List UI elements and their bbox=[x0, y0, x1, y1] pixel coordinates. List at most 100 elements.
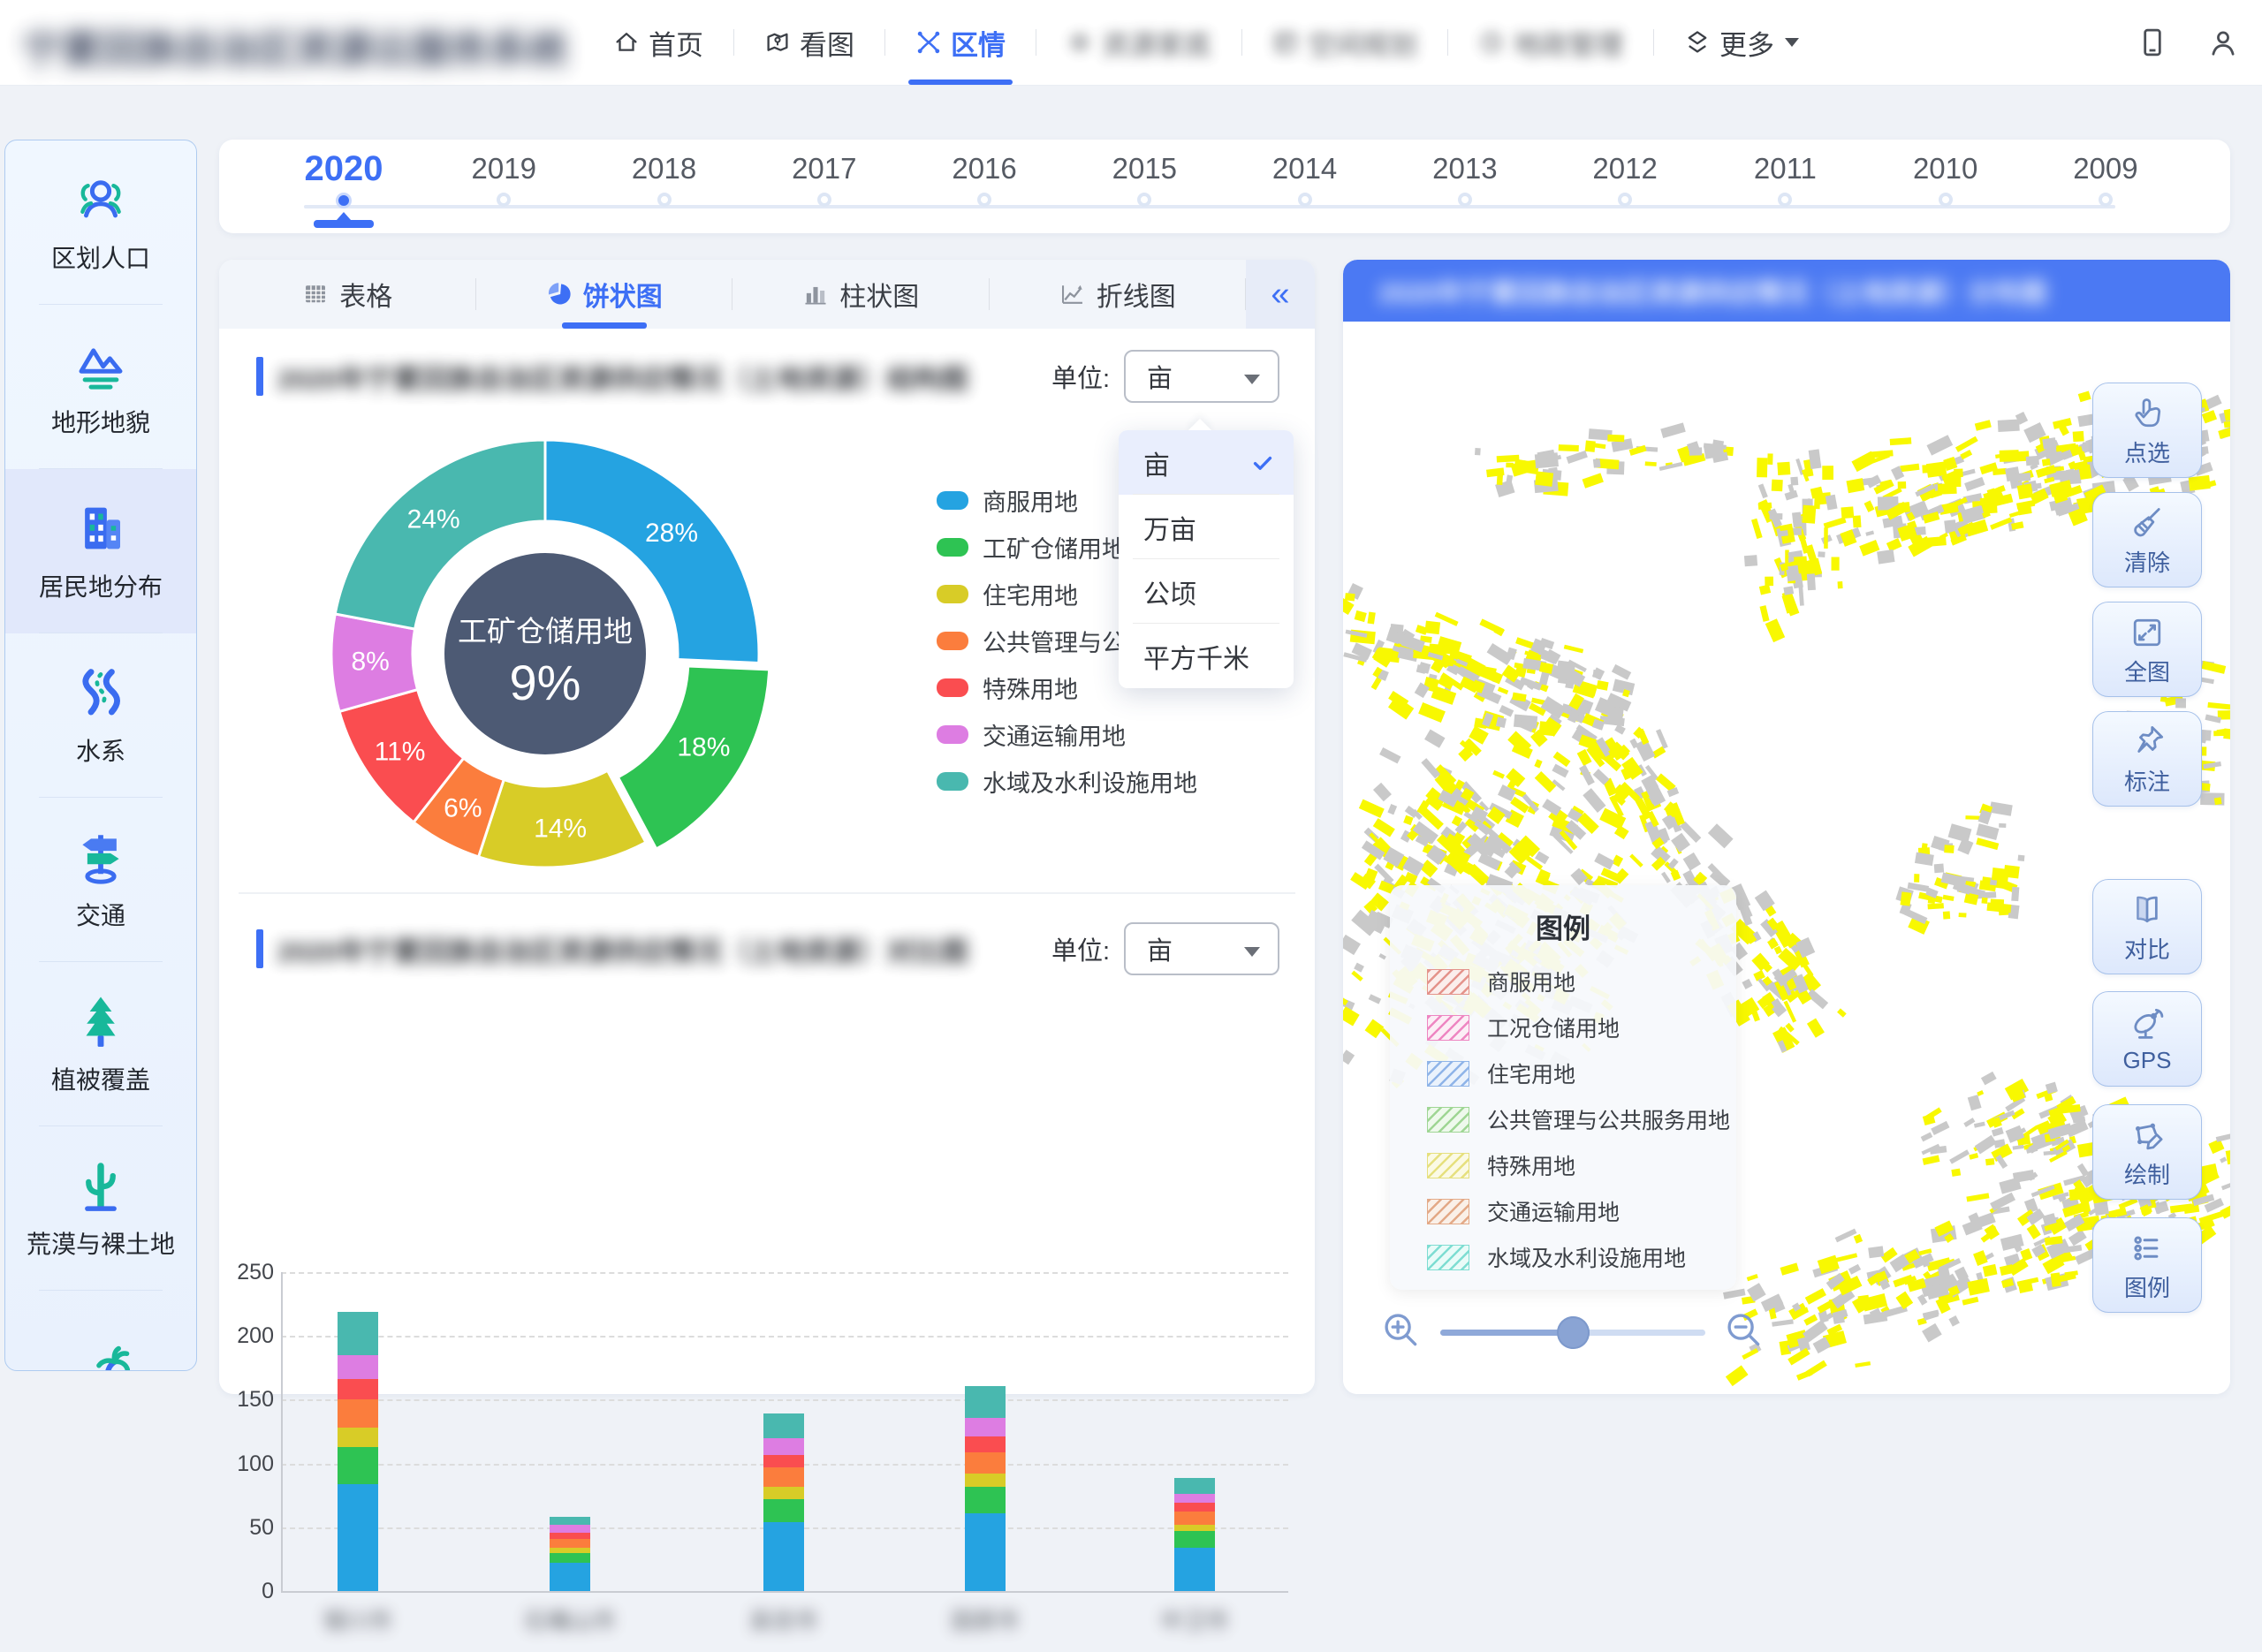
unit-option-1[interactable]: 亩 bbox=[1119, 430, 1294, 495]
title-accent-bar bbox=[256, 929, 263, 968]
bar-segment-住宅用地[interactable] bbox=[965, 1474, 1006, 1486]
timeline-year-2018[interactable]: 2018 bbox=[616, 140, 713, 233]
bar-segment-特殊用地[interactable] bbox=[965, 1436, 1006, 1451]
bar-segment-水域及水利设施用地[interactable] bbox=[550, 1517, 590, 1525]
bar-2[interactable] bbox=[550, 1517, 590, 1591]
map-legend-title: 图例 bbox=[1390, 906, 1736, 946]
bar-segment-工矿仓储用地[interactable] bbox=[338, 1447, 378, 1484]
timeline-year-2017[interactable]: 2017 bbox=[776, 140, 873, 233]
timeline-year-2012[interactable]: 2012 bbox=[1576, 140, 1674, 233]
bar-segment-交通运输用地[interactable] bbox=[1174, 1494, 1215, 1503]
pie-legend-item-7[interactable]: 水域及水利设施用地 bbox=[937, 758, 1197, 805]
sidebar-item-1[interactable]: 区划人口 bbox=[5, 140, 196, 305]
map-tool-label: GPS bbox=[2123, 1047, 2172, 1074]
bar-segment-公共管理与公共服务用地[interactable] bbox=[338, 1399, 378, 1428]
bar-3[interactable] bbox=[763, 1413, 804, 1591]
legend-color-chip bbox=[937, 725, 968, 744]
map-tool-2[interactable]: 清除 bbox=[2092, 492, 2202, 587]
timeline-year-2010[interactable]: 2010 bbox=[1897, 140, 1994, 233]
nav-item-5[interactable]: 空间规划 bbox=[1242, 0, 1447, 85]
sidebar-item-5[interactable]: 交通 bbox=[5, 798, 196, 962]
bar-segment-商服用地[interactable] bbox=[1174, 1548, 1215, 1591]
nav-item-6[interactable]: 地政管理 bbox=[1448, 0, 1653, 85]
timeline-year-2011[interactable]: 2011 bbox=[1736, 140, 1833, 233]
sidebar-item-3[interactable]: 居民地分布 bbox=[5, 469, 196, 633]
bar-segment-工矿仓储用地[interactable] bbox=[1174, 1531, 1215, 1548]
map-tool-7[interactable]: 绘制 bbox=[2092, 1104, 2202, 1200]
zoom-slider-handle[interactable] bbox=[1557, 1316, 1590, 1349]
bar-segment-商服用地[interactable] bbox=[338, 1484, 378, 1591]
bar-unit-select[interactable]: 亩 bbox=[1124, 922, 1279, 975]
bar-segment-公共管理与公共服务用地[interactable] bbox=[763, 1467, 804, 1487]
zoom-in-icon[interactable] bbox=[1378, 1307, 1424, 1358]
bar-segment-公共管理与公共服务用地[interactable] bbox=[550, 1539, 590, 1548]
tab-3[interactable]: 柱状图 bbox=[732, 260, 990, 329]
bar-segment-交通运输用地[interactable] bbox=[550, 1525, 590, 1533]
bar-segment-住宅用地[interactable] bbox=[763, 1487, 804, 1499]
bar-segment-工矿仓储用地[interactable] bbox=[965, 1487, 1006, 1513]
bar-segment-工矿仓储用地[interactable] bbox=[763, 1499, 804, 1522]
unit-option-2[interactable]: 万亩 bbox=[1119, 495, 1294, 559]
year-label: 2019 bbox=[472, 150, 536, 187]
nav-item-1[interactable]: 首页 bbox=[583, 0, 733, 85]
bar-1[interactable] bbox=[338, 1312, 378, 1591]
nav-item-2[interactable]: 看图 bbox=[734, 0, 884, 85]
sidebar-item-6[interactable]: 植被覆盖 bbox=[5, 962, 196, 1126]
bar-segment-特殊用地[interactable] bbox=[1174, 1503, 1215, 1512]
map-tool-5[interactable]: 对比 bbox=[2092, 879, 2202, 974]
bar-segment-住宅用地[interactable] bbox=[338, 1428, 378, 1447]
bar-segment-商服用地[interactable] bbox=[763, 1522, 804, 1591]
timeline-year-2019[interactable]: 2019 bbox=[455, 140, 552, 233]
zoom-out-icon[interactable] bbox=[1721, 1307, 1767, 1358]
tab-4[interactable]: 折线图 bbox=[990, 260, 1247, 329]
bar-segment-特殊用地[interactable] bbox=[763, 1455, 804, 1467]
unit-option-3[interactable]: 公顷 bbox=[1119, 559, 1294, 624]
timeline-year-2020[interactable]: 2020 bbox=[295, 140, 392, 233]
zoom-slider-track[interactable] bbox=[1440, 1330, 1705, 1336]
bar-4[interactable] bbox=[965, 1386, 1006, 1591]
bar-segment-交通运输用地[interactable] bbox=[338, 1355, 378, 1379]
user-icon[interactable] bbox=[2207, 27, 2239, 58]
pie-legend-item-6[interactable]: 交通运输用地 bbox=[937, 711, 1197, 758]
bar-segment-特殊用地[interactable] bbox=[550, 1533, 590, 1539]
timeline-year-2015[interactable]: 2015 bbox=[1096, 140, 1193, 233]
bar-segment-交通运输用地[interactable] bbox=[965, 1418, 1006, 1437]
sidebar-item-8[interactable] bbox=[5, 1291, 196, 1371]
bar-segment-水域及水利设施用地[interactable] bbox=[965, 1386, 1006, 1418]
map-tool-6[interactable]: GPS bbox=[2092, 991, 2202, 1087]
timeline-year-2016[interactable]: 2016 bbox=[936, 140, 1033, 233]
map-tool-1[interactable]: 点选 bbox=[2092, 383, 2202, 478]
bar-segment-交通运输用地[interactable] bbox=[763, 1438, 804, 1455]
signpost-icon bbox=[72, 828, 130, 886]
sidebar-item-7[interactable]: 荒漠与裸土地 bbox=[5, 1126, 196, 1291]
tab-1[interactable]: 表格 bbox=[219, 260, 476, 329]
nav-item-3[interactable]: 区情 bbox=[885, 0, 1036, 85]
tab-2[interactable]: 饼状图 bbox=[476, 260, 733, 329]
timeline-year-2014[interactable]: 2014 bbox=[1256, 140, 1354, 233]
sidebar-item-2[interactable]: 地形地貌 bbox=[5, 305, 196, 469]
map-legend-item-7: 水域及水利设施用地 bbox=[1390, 1234, 1736, 1280]
bar-5[interactable] bbox=[1174, 1478, 1215, 1591]
bar-segment-水域及水利设施用地[interactable] bbox=[338, 1312, 378, 1355]
bar-segment-住宅用地[interactable] bbox=[1174, 1525, 1215, 1531]
bar-segment-商服用地[interactable] bbox=[550, 1563, 590, 1591]
map-tool-4[interactable]: 标注 bbox=[2092, 711, 2202, 807]
sidebar-item-4[interactable]: 水系 bbox=[5, 633, 196, 798]
nav-item-4[interactable]: 资源家底 bbox=[1036, 0, 1241, 85]
bar-segment-商服用地[interactable] bbox=[965, 1513, 1006, 1591]
unit-option-4[interactable]: 平方千米 bbox=[1119, 624, 1294, 688]
bar-segment-工矿仓储用地[interactable] bbox=[550, 1553, 590, 1564]
map-tool-8[interactable]: 图例 bbox=[2092, 1217, 2202, 1313]
timeline-year-2013[interactable]: 2013 bbox=[1416, 140, 1514, 233]
timeline-year-2009[interactable]: 2009 bbox=[2057, 140, 2154, 233]
pie-unit-select[interactable]: 亩 bbox=[1124, 350, 1279, 403]
bar-segment-公共管理与公共服务用地[interactable] bbox=[1174, 1512, 1215, 1524]
tablet-icon[interactable] bbox=[2137, 27, 2168, 58]
collapse-panel-button[interactable]: « bbox=[1246, 260, 1315, 329]
bar-segment-特殊用地[interactable] bbox=[338, 1379, 378, 1399]
nav-item-7[interactable]: 更多 bbox=[1654, 0, 1829, 85]
map-tool-3[interactable]: 全图 bbox=[2092, 602, 2202, 697]
bar-segment-水域及水利设施用地[interactable] bbox=[1174, 1478, 1215, 1495]
bar-segment-水域及水利设施用地[interactable] bbox=[763, 1413, 804, 1437]
bar-segment-公共管理与公共服务用地[interactable] bbox=[965, 1452, 1006, 1474]
